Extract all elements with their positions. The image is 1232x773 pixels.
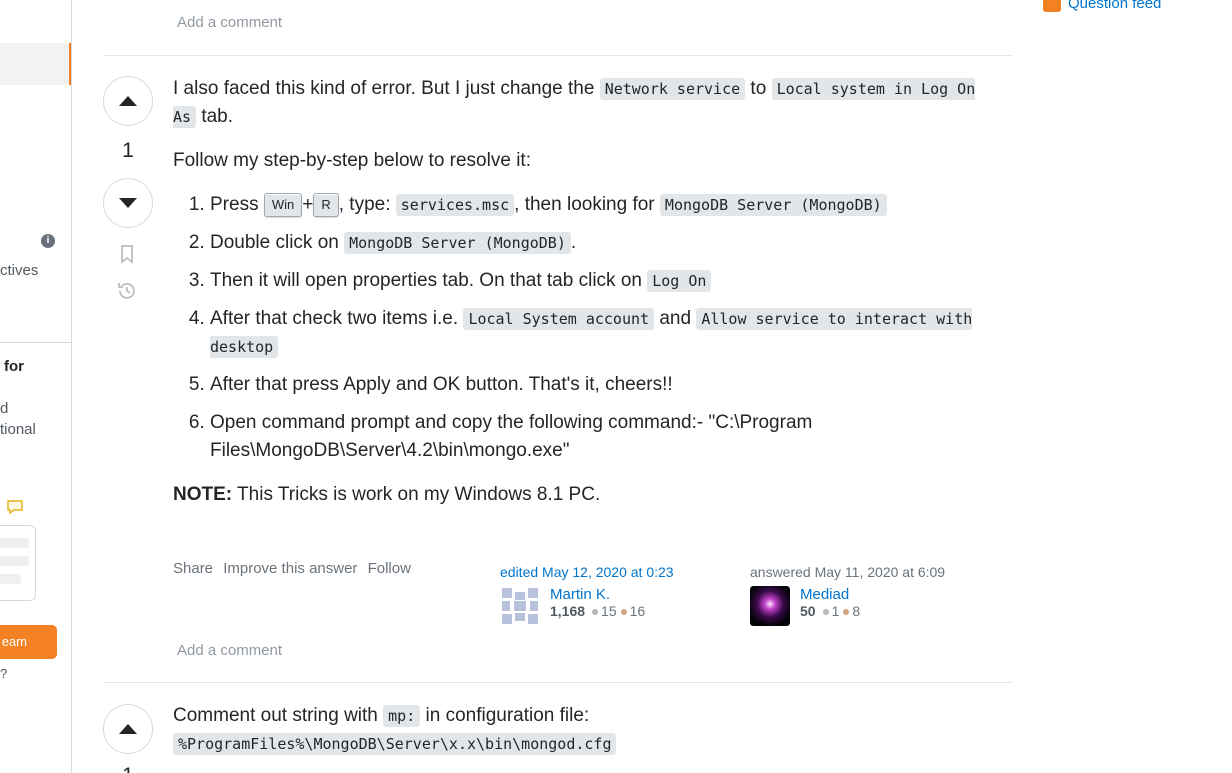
list-item: After that check two items i.e. Local Sy… (210, 305, 1003, 361)
list-item: Open command prompt and copy the followi… (210, 409, 1003, 465)
post-menu: Share Improve this answer Follow (173, 560, 417, 577)
list-item: After that press Apply and OK button. Th… (210, 371, 1003, 399)
author-stats: 50 1 8 (800, 603, 861, 619)
editor-name[interactable]: Martin K. (550, 586, 645, 603)
editor-avatar[interactable] (500, 586, 540, 626)
answer-note: NOTE: This Tricks is work on my Windows … (173, 484, 601, 505)
share-link[interactable]: Share (173, 560, 213, 577)
sidebar-fragment-text-2: tional (0, 421, 36, 438)
list-item: Press Win+R, type: services.msc, then lo… (210, 191, 1003, 219)
arrow-up-icon (119, 724, 137, 734)
editor-signature: edited May 12, 2020 at 0:23 Martin K. 1,… (500, 564, 674, 626)
answer-divider (103, 55, 1012, 56)
question-feed-link[interactable]: Question feed (1043, 0, 1161, 12)
author-avatar[interactable] (750, 586, 790, 626)
create-team-button[interactable]: eam (0, 625, 57, 659)
improve-answer-link[interactable]: Improve this answer (223, 560, 357, 577)
list-item: Double click on MongoDB Server (MongoDB)… (210, 229, 1003, 257)
editor-stats: 1,168 15 16 (550, 603, 646, 619)
upvote-button[interactable] (103, 704, 153, 754)
vote-count: 1 (103, 764, 153, 773)
follow-link[interactable]: Follow (368, 560, 411, 577)
answer-body: Comment out string with mp: in configura… (173, 702, 1003, 758)
kbd-win: Win (263, 193, 303, 217)
info-icon: i (41, 234, 55, 248)
teams-illustration (0, 525, 36, 601)
sidebar-active-item[interactable] (0, 43, 71, 85)
add-comment-link[interactable]: Add a comment (177, 642, 282, 659)
list-item: Then it will open properties tab. On tha… (210, 267, 1003, 295)
edited-timestamp[interactable]: edited May 12, 2020 at 0:23 (500, 564, 674, 580)
rss-icon (1043, 0, 1061, 12)
steps-list: Press Win+R, type: services.msc, then lo… (173, 191, 1003, 465)
upvote-button[interactable] (103, 76, 153, 126)
answer-body: I also faced this kind of error. But I j… (173, 75, 1003, 509)
kbd-r: R (313, 193, 339, 217)
answer-lead: Follow my step-by-step below to resolve … (173, 150, 531, 171)
sidebar-divider (0, 342, 71, 343)
question-feed-label[interactable]: Question feed (1068, 0, 1161, 12)
chat-bubble-icon (7, 500, 23, 515)
bookmark-icon[interactable] (116, 243, 138, 265)
arrow-up-icon (119, 96, 137, 106)
sidebar-fragment-heading: for (4, 358, 24, 375)
author-signature: answered May 11, 2020 at 6:09 Mediad 50 1… (750, 564, 945, 626)
sidebar-fragment-text-1: d (0, 400, 9, 417)
vote-count: 1 (122, 139, 134, 162)
left-sidebar: i ctives for d tional eam ? (0, 0, 72, 773)
add-comment-link[interactable]: Add a comment (177, 14, 282, 31)
answer-intro: I also faced this kind of error. But I j… (173, 78, 976, 128)
history-icon[interactable] (116, 280, 138, 302)
author-name[interactable]: Mediad (800, 586, 860, 603)
arrow-down-icon (119, 198, 137, 208)
answer-divider (103, 682, 1012, 683)
downvote-button[interactable] (103, 178, 153, 228)
answered-timestamp[interactable]: answered May 11, 2020 at 6:09 (750, 564, 945, 580)
sidebar-fragment-collectives[interactable]: ctives (0, 262, 38, 279)
sidebar-fragment-question[interactable]: ? (0, 666, 7, 681)
